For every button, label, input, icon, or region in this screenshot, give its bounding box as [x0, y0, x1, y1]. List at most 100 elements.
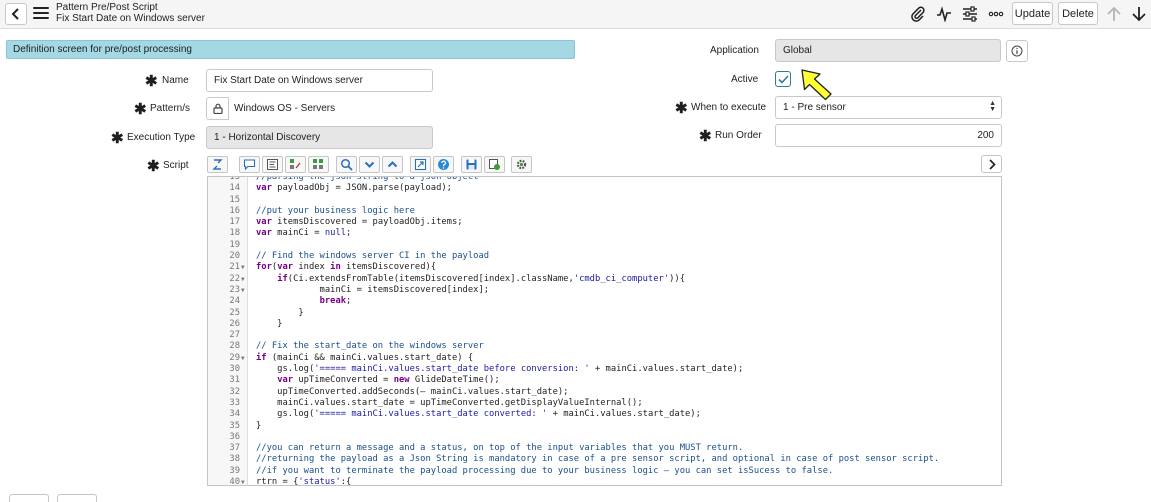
code-line[interactable]: 38 //returning the payload as a Json Stri… — [208, 454, 1001, 465]
record-name-label: Fix Start Date on Windows server — [56, 13, 205, 24]
code-line[interactable]: 14 var payloadObj = JSON.parse(payload); — [208, 183, 1001, 194]
attachment-icon[interactable] — [908, 4, 928, 24]
code-line[interactable]: 34 gs.log('===== mainCi.values.start_dat… — [208, 409, 1001, 420]
patterns-value[interactable]: Windows OS - Servers — [234, 103, 335, 114]
format-code-button[interactable] — [262, 156, 283, 173]
code-line[interactable]: 33 mainCi.values.start_date = upTimeConv… — [208, 398, 1001, 409]
script-label: Script — [163, 160, 189, 171]
back-button[interactable] — [5, 3, 27, 25]
fold-toggle-icon[interactable]: ▼ — [241, 285, 245, 296]
replace-all-icon — [313, 159, 323, 169]
application-field: Global — [775, 39, 1001, 62]
code-text: } — [256, 318, 283, 329]
bottom-delete-button[interactable] — [57, 494, 97, 502]
fold-toggle-icon[interactable]: ▼ — [241, 274, 245, 285]
more-options-icon[interactable] — [986, 4, 1006, 24]
unlock-reference-button[interactable] — [206, 97, 229, 120]
replace-all-button[interactable] — [308, 156, 329, 173]
replace-button[interactable] — [285, 156, 306, 173]
active-checkbox[interactable] — [775, 71, 791, 87]
code-text: if(Ci.extendsFromTable(itemsDiscovered[i… — [277, 273, 686, 284]
name-input[interactable]: Fix Start Date on Windows server — [206, 69, 433, 92]
code-line[interactable]: 28 // Fix the start_date on the windows s… — [208, 341, 1001, 352]
code-line[interactable]: 30 gs.log('===== mainCi.values.start_dat… — [208, 364, 1001, 375]
search-button[interactable] — [336, 156, 357, 173]
find-next-button[interactable] — [359, 156, 380, 173]
code-text: //if you want to terminate the payload p… — [256, 465, 834, 476]
code-line[interactable]: 29 ▼ if (mainCi && mainCi.values.start_dat… — [208, 353, 1001, 364]
code-line[interactable]: 39 //if you want to terminate the payload… — [208, 466, 1001, 477]
code-text: // Fix the start_date on the windows ser… — [256, 341, 484, 352]
code-text: gs.log('===== mainCi.values.start_date b… — [256, 364, 744, 375]
find-previous-button[interactable] — [382, 156, 403, 173]
code-line[interactable]: 13 //parsing the json string to a json ob… — [208, 176, 1001, 183]
code-text: var payloadObj = JSON.parse(payload); — [256, 183, 452, 194]
help-icon — [438, 159, 449, 170]
fold-toggle-icon[interactable]: ▼ — [241, 353, 245, 364]
code-line[interactable]: 32 upTimeConverted.addSeconds(– mainCi.v… — [208, 387, 1001, 398]
run-order-label: Run Order — [715, 130, 762, 141]
line-number: 22 — [229, 273, 240, 284]
line-number: 17 — [229, 217, 240, 228]
code-line[interactable]: 27 — [208, 330, 1001, 341]
code-line[interactable]: 17 var itemsDiscovered = payloadObj.items… — [208, 217, 1001, 228]
toggle-syntax-button[interactable] — [207, 156, 228, 173]
line-number: 28 — [229, 341, 240, 352]
fullscreen-button[interactable] — [410, 156, 431, 173]
code-line[interactable]: 26 } — [208, 319, 1001, 330]
script-editor[interactable]: 13 //parsing the json string to a json ob… — [207, 176, 1002, 486]
code-line[interactable]: 23 ▼ mainCi = itemsDiscovered[index]; — [208, 285, 1001, 296]
expand-editor-button[interactable] — [981, 155, 1002, 173]
fold-toggle-icon[interactable]: ▼ — [241, 262, 245, 273]
previous-record-icon[interactable] — [1104, 4, 1124, 24]
delete-button[interactable]: Delete — [1058, 2, 1098, 25]
bottom-update-button[interactable] — [9, 494, 49, 502]
comment-button[interactable] — [239, 156, 260, 173]
save-script-button[interactable] — [461, 156, 482, 173]
code-text: //parsing the json string to a json obje… — [256, 176, 479, 182]
code-line[interactable]: 31 var upTimeConverted = new GlideDateTi… — [208, 375, 1001, 386]
code-line[interactable]: 20 // Find the windows server CI in the p… — [208, 251, 1001, 262]
mandatory-indicator-icon: ✱ — [134, 101, 147, 118]
activity-stream-icon[interactable] — [934, 4, 954, 24]
line-number: 29 — [229, 352, 240, 363]
find-next-icon — [364, 161, 375, 168]
line-number: 38 — [229, 454, 240, 465]
next-record-icon[interactable] — [1129, 4, 1149, 24]
fold-toggle-icon[interactable]: ▼ — [241, 477, 245, 485]
context-menu-icon[interactable] — [33, 5, 49, 21]
chevron-right-icon — [988, 158, 996, 170]
settings-icon — [516, 159, 527, 170]
line-number: 26 — [229, 318, 240, 329]
code-line[interactable]: 24 break; — [208, 296, 1001, 307]
patterns-label: Pattern/s — [150, 103, 191, 114]
comment-icon — [243, 159, 256, 171]
form-title: Pattern Pre/Post Script Fix Start Date o… — [56, 2, 205, 24]
line-number: 32 — [229, 386, 240, 397]
code-line[interactable]: 40 ▼ rtrn = {'status':{ — [208, 477, 1001, 485]
script-debugger-button[interactable] — [484, 156, 505, 173]
code-line[interactable]: 35} — [208, 421, 1001, 432]
run-order-input[interactable]: 200 — [775, 124, 1002, 147]
settings-button[interactable] — [511, 156, 532, 173]
help-button[interactable] — [433, 156, 454, 173]
line-number: 25 — [229, 307, 240, 318]
code-line[interactable]: 36 — [208, 432, 1001, 443]
find-previous-icon — [387, 161, 398, 168]
personalize-form-icon[interactable] — [960, 4, 980, 24]
name-label: Name — [162, 75, 189, 86]
code-line[interactable]: 15 — [208, 195, 1001, 206]
application-info-button[interactable] — [1006, 40, 1028, 62]
application-label: Application — [710, 45, 759, 56]
chevron-left-icon — [11, 8, 19, 20]
code-line[interactable]: 37 //you can return a message and a statu… — [208, 443, 1001, 454]
update-button[interactable]: Update — [1012, 2, 1053, 25]
format-code-icon — [267, 159, 278, 170]
code-line[interactable]: 25 } — [208, 308, 1001, 319]
code-text: //put your business logic here — [256, 205, 415, 216]
code-line[interactable]: 22 ▼ if(Ci.extendsFromTable(itemsDiscover… — [208, 274, 1001, 285]
code-line[interactable]: 18 var mainCi = null; — [208, 228, 1001, 239]
code-line[interactable]: 21 ▼ for(var index in itemsDiscovered){ — [208, 262, 1001, 273]
code-line[interactable]: 19 — [208, 240, 1001, 251]
code-line[interactable]: 16 //put your business logic here — [208, 206, 1001, 217]
